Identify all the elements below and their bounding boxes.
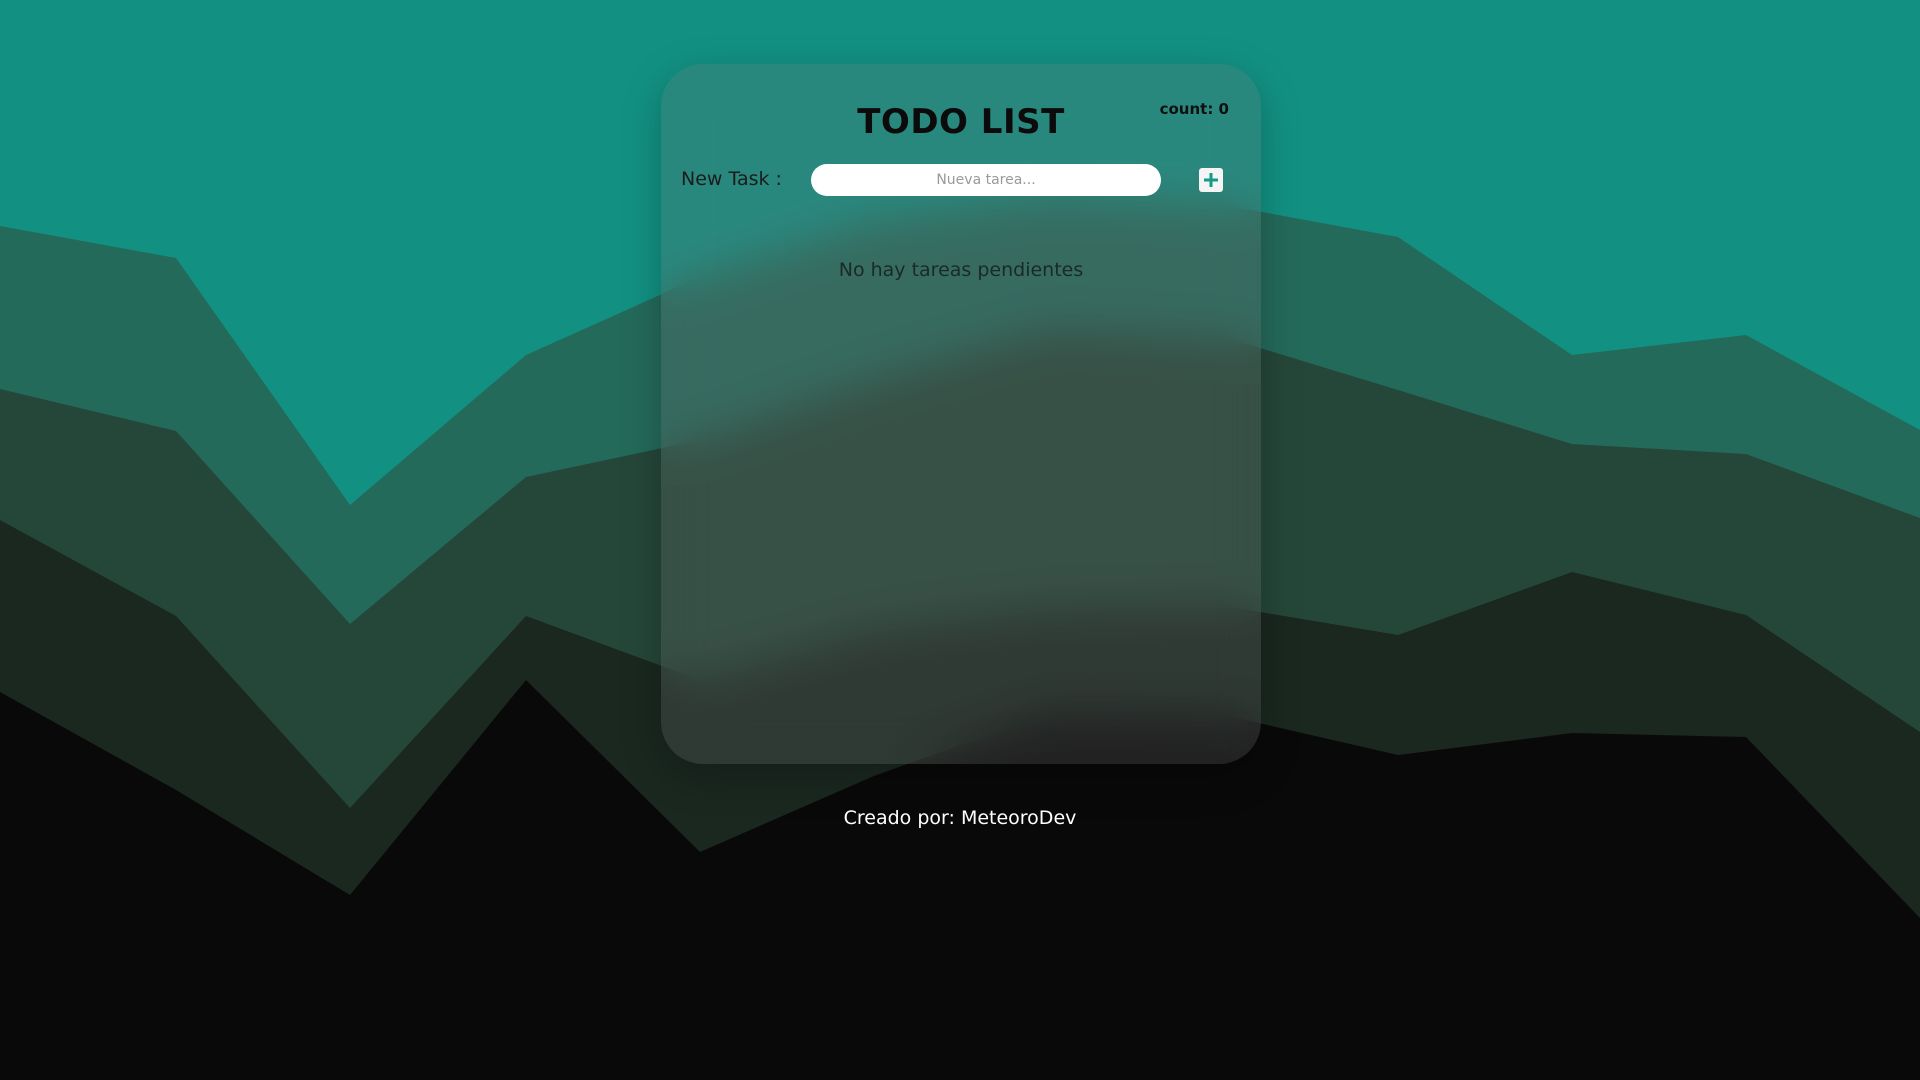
add-task-button[interactable]	[1199, 168, 1223, 192]
new-task-label: New Task :	[681, 168, 782, 190]
new-task-row: New Task :	[681, 164, 1241, 198]
new-task-input[interactable]	[811, 164, 1161, 196]
task-count: count: 0	[1159, 100, 1229, 118]
empty-tasks-message: No hay tareas pendientes	[838, 259, 1084, 281]
footer-credit: Creado por: MeteoroDev	[843, 807, 1077, 829]
todo-card: TODO LIST count: 0 New Task : No hay tar…	[661, 64, 1261, 764]
plus-icon	[1204, 173, 1218, 187]
